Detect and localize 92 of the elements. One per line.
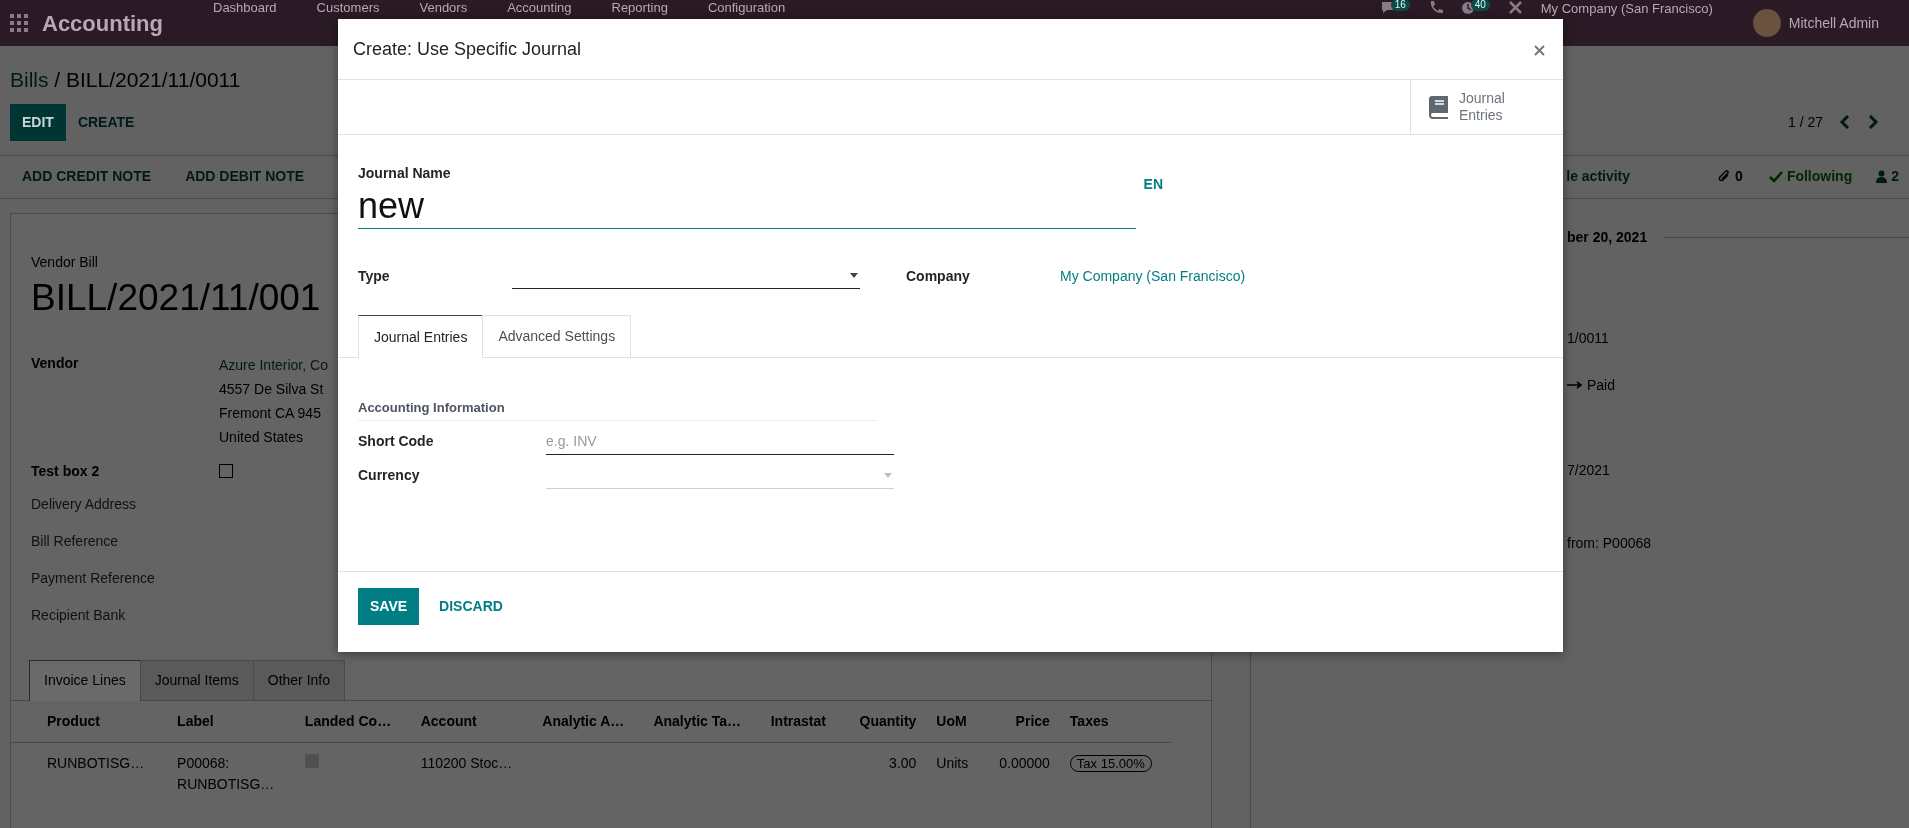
- tab[interactable]: Invoice Lines: [29, 659, 141, 701]
- toolbar-button[interactable]: CREATE: [65, 103, 147, 141]
- action-button[interactable]: ADD CREDIT NOTE: [0, 166, 164, 187]
- company-switcher[interactable]: My Company (San Francisco): [1540, 1, 1713, 16]
- action-button[interactable]: ADD DEBIT NOTE: [163, 166, 317, 187]
- caret-icon: [850, 273, 858, 278]
- message-text: 7/2021: [1567, 460, 1610, 480]
- date-separator: ber 20, 2021: [1567, 227, 1648, 247]
- table-cell: 3.00: [889, 754, 917, 771]
- paperclip-icon: [1718, 169, 1732, 184]
- apps-grid-icon[interactable]: [10, 14, 28, 32]
- address-line: Fremont CA 945: [219, 403, 322, 423]
- menu-item[interactable]: Customers: [296, 0, 400, 15]
- table-cell: Units: [936, 754, 969, 771]
- table-cell: RUNBOTISG…: [47, 754, 145, 771]
- clock-icon[interactable]: [1460, 1, 1476, 14]
- column-header[interactable]: Quantity: [842, 700, 927, 742]
- column-header[interactable]: Analytic A…: [532, 700, 644, 742]
- tab[interactable]: Journal Entries: [358, 315, 484, 358]
- field-label: Bill Reference: [31, 531, 120, 551]
- field-label: Recipient Bank: [31, 605, 127, 625]
- column-header[interactable]: Taxes: [1059, 700, 1171, 742]
- table-cell-text: RUNBOTISG…: [177, 774, 276, 794]
- breadcrumb-link[interactable]: Bills: [10, 68, 49, 91]
- message-text: from: P00068: [1567, 533, 1652, 553]
- address-line[interactable]: Azure Interior, Co: [219, 352, 328, 377]
- caret-icon: [884, 472, 892, 478]
- menu-item[interactable]: Accounting: [487, 0, 592, 15]
- field-label: Short Code: [358, 432, 435, 451]
- book-icon: [1427, 95, 1449, 119]
- chevron-left-icon[interactable]: [1839, 115, 1851, 129]
- close-icon: [1534, 45, 1545, 57]
- message-text: Paid: [1587, 375, 1616, 395]
- menu-item[interactable]: Vendors: [399, 0, 488, 15]
- field-label: Delivery Address: [31, 494, 138, 514]
- footer-button[interactable]: DISCARD: [427, 588, 515, 625]
- app-title: Accounting: [42, 9, 163, 38]
- message-text: 1/0011: [1567, 328, 1609, 348]
- field-label: Test box 2: [31, 461, 101, 481]
- dialog-title: Create: Use Specific Journal: [353, 37, 582, 61]
- right-arrow-icon: [1567, 381, 1583, 389]
- menu-item[interactable]: Dashboard: [193, 0, 297, 15]
- table-cell-text: P00068:: [177, 753, 231, 773]
- table-cell: 110200 Stoc…: [420, 754, 513, 771]
- company-link[interactable]: My Company (San Francisco): [1060, 265, 1246, 287]
- follow-button[interactable]: Following: [1768, 166, 1853, 187]
- person-icon: [1876, 170, 1888, 183]
- column-header[interactable]: Product: [11, 700, 168, 742]
- address-line: United States: [219, 427, 305, 447]
- field-label: Type: [358, 266, 391, 286]
- column-header[interactable]: Landed Co…: [294, 700, 411, 742]
- column-header[interactable]: Label: [167, 700, 295, 742]
- column-header[interactable]: Analytic Ta…: [643, 700, 761, 742]
- breadcrumb-separator: /: [53, 68, 62, 91]
- document-type-label: Vendor Bill: [31, 252, 98, 272]
- menu-item[interactable]: Reporting: [591, 0, 688, 15]
- checkbox[interactable]: [219, 463, 233, 478]
- check-icon: [1768, 170, 1783, 183]
- column-header[interactable]: Price: [982, 700, 1060, 742]
- user-menu[interactable]: Mitchell Admin: [1780, 12, 1899, 34]
- column-header[interactable]: Account: [410, 700, 533, 742]
- field-label: Journal Name: [358, 164, 451, 183]
- name-input-field[interactable]: new: [358, 184, 1136, 229]
- column-header[interactable]: UoM: [926, 700, 983, 742]
- column-header[interactable]: Intrastat: [760, 700, 843, 742]
- language-button[interactable]: EN: [1143, 174, 1163, 195]
- tab[interactable]: Other Info: [252, 659, 346, 700]
- field-label: Vendor: [31, 353, 80, 373]
- field-label: Company: [906, 266, 971, 286]
- pager-value[interactable]: 1 / 27: [1787, 111, 1823, 133]
- cross-tools-icon[interactable]: [1507, 1, 1523, 14]
- tab[interactable]: Advanced Settings: [482, 315, 632, 357]
- menu-item[interactable]: Configuration: [687, 0, 806, 15]
- counter-badge: 40: [1470, 0, 1490, 11]
- address-line: 4557 De Silva St: [219, 379, 325, 399]
- tab[interactable]: Journal Items: [139, 659, 254, 700]
- followers-button[interactable]: 2: [1876, 166, 1899, 187]
- toolbar-button[interactable]: EDIT: [10, 103, 66, 141]
- field-label: Currency: [358, 466, 421, 485]
- attachment-counter[interactable]: 0: [1718, 166, 1743, 187]
- avatar-circle: [1752, 9, 1781, 37]
- activity-link[interactable]: le activity: [1566, 166, 1631, 187]
- document-title: BILL/2021/11/001: [31, 275, 321, 320]
- breadcrumb-current: BILL/2021/11/0011: [66, 68, 241, 91]
- footer-button[interactable]: SAVE: [358, 588, 420, 625]
- chevron-right-icon[interactable]: [1867, 115, 1879, 129]
- field-label: Payment Reference: [31, 568, 156, 588]
- text-input-field[interactable]: e.g. INV: [546, 428, 894, 455]
- counter-badge: 16: [1390, 0, 1410, 11]
- table-cell: 0.00000: [999, 754, 1050, 771]
- smart-button[interactable]: Journal Entries: [1410, 80, 1563, 134]
- group-title: Accounting Information: [358, 398, 877, 421]
